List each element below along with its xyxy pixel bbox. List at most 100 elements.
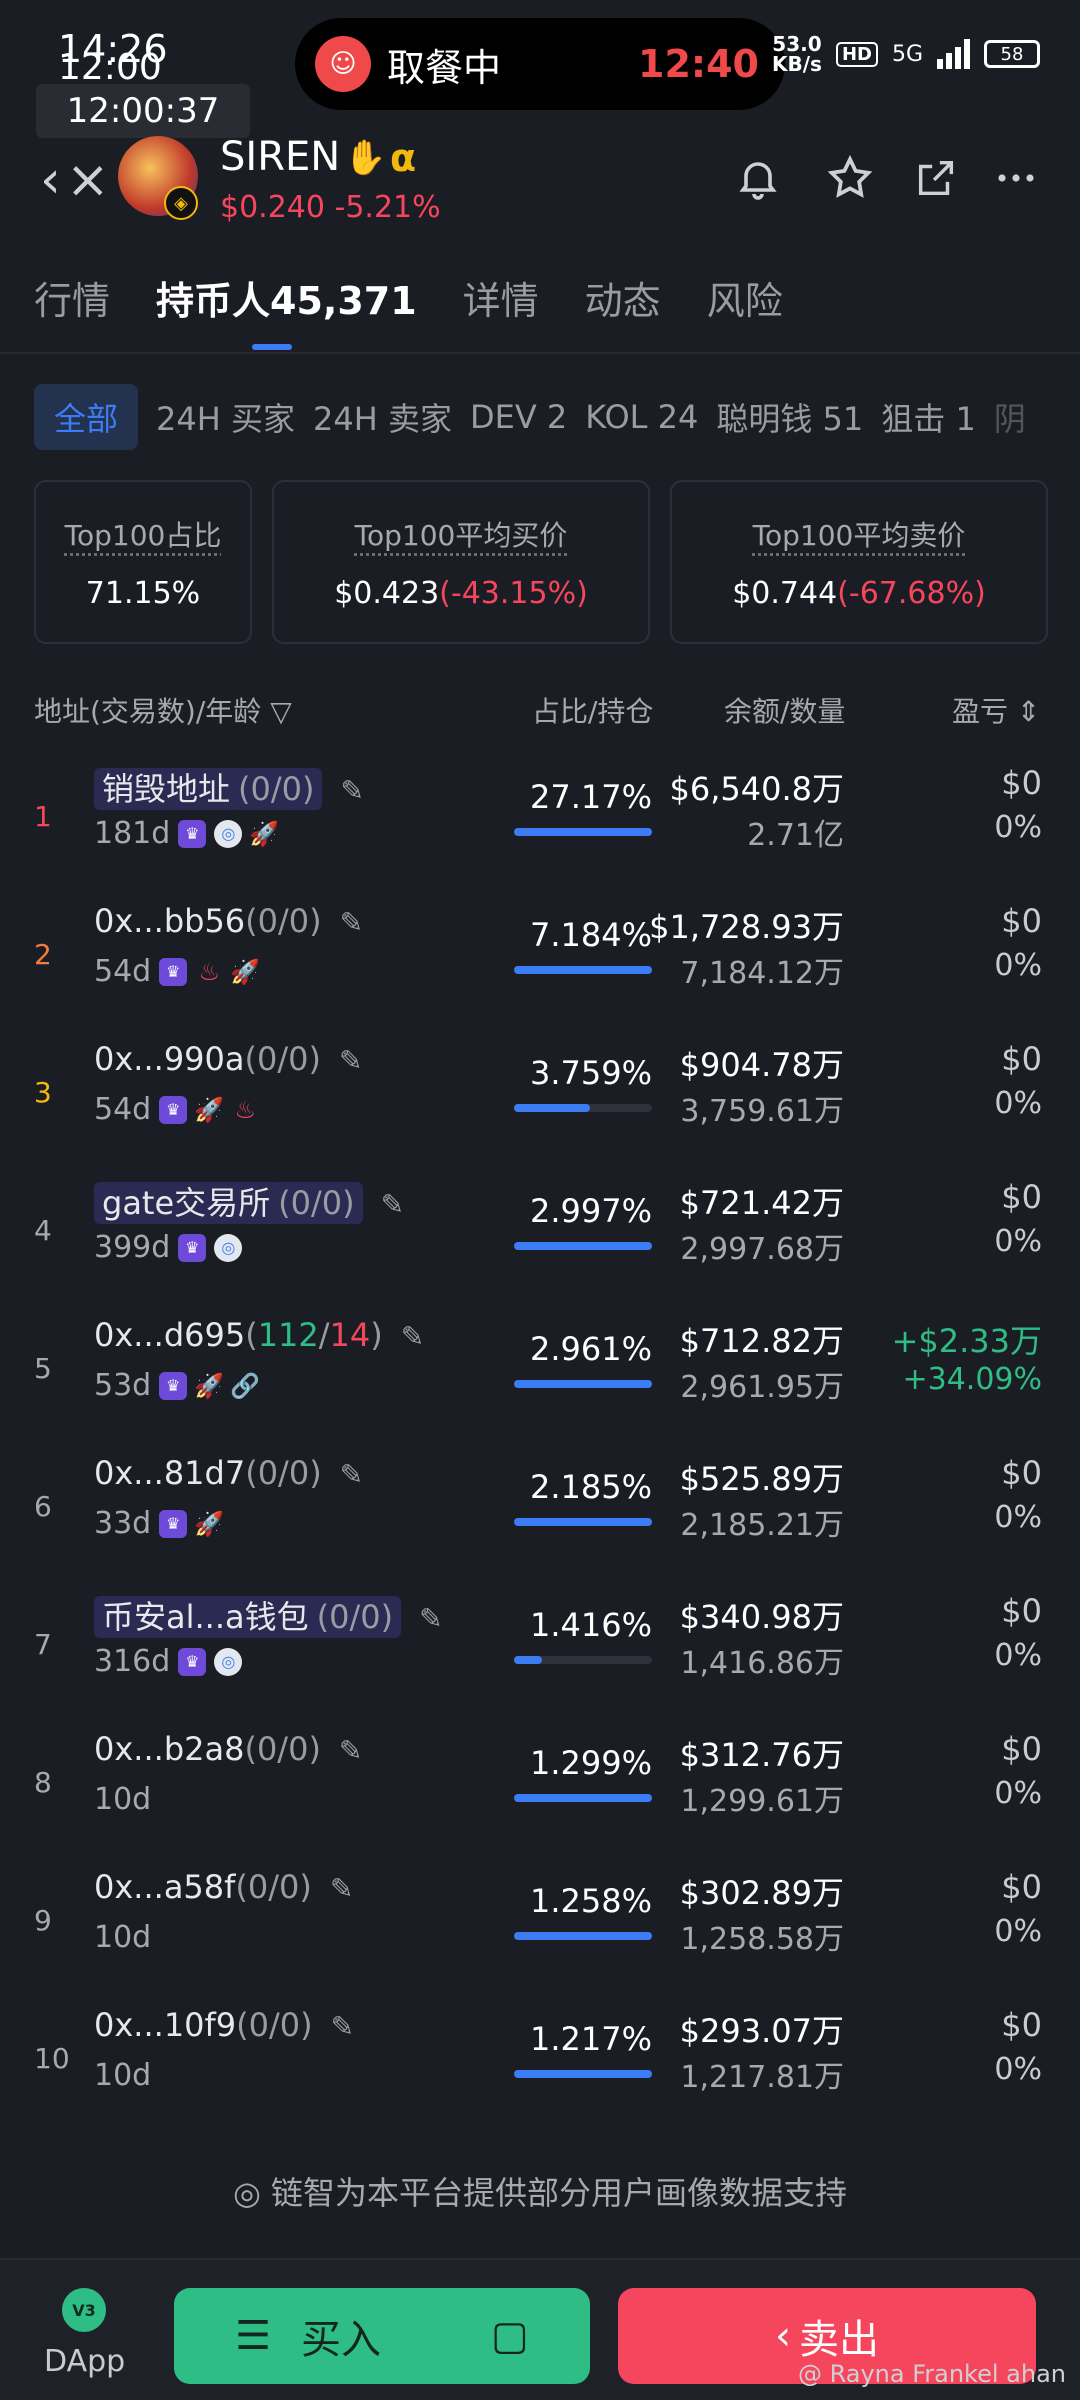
holder-address[interactable]: 0x...b2a8(0/0) ✎ — [94, 1730, 362, 1768]
share-bar-fill — [514, 2070, 652, 2078]
holder-address[interactable]: 0x...bb56(0/0) ✎ — [94, 902, 363, 940]
share-icon[interactable] — [908, 150, 964, 206]
live-activity-pill[interactable]: ☺ 取餐中 12:40 — [295, 18, 785, 110]
edit-icon[interactable]: ✎ — [330, 1872, 353, 1905]
tab-market[interactable]: 行情 — [34, 270, 110, 325]
edit-icon[interactable]: ✎ — [419, 1602, 442, 1635]
holder-row[interactable]: 10 0x...10f9(0/0) ✎ 10d 1.217% $293.07万 1,217.… — [0, 1998, 1080, 2136]
tab-activity[interactable]: 动态 — [585, 270, 661, 325]
holder-share: 1.416% — [529, 1606, 652, 1644]
holder-pnl-percent: 0% — [994, 1224, 1042, 1259]
holder-row[interactable]: 7 币安al...a钱包 (0/0) ✎ 316d ♛ ◎ 1.416% $340.98万 1,4… — [0, 1584, 1080, 1722]
filter-icon[interactable]: ▽ — [270, 695, 292, 728]
holder-quantity: 1,258.58万 — [680, 1922, 844, 1957]
chain-badge-icon: ◈ — [164, 186, 198, 220]
holder-row[interactable]: 6 0x...81d7(0/0) ✎ 33d ♛ 🚀 2.185% $525.89万 2,185… — [0, 1446, 1080, 1584]
holder-row[interactable]: 1 销毁地址 (0/0) ✎ 181d ♛ ◎ 🚀 27.17% $6,540.8万 2.71亿 $0… — [0, 756, 1080, 894]
rocket-icon: 🚀 — [194, 1509, 225, 1538]
edit-icon[interactable]: ✎ — [340, 906, 363, 939]
filter-smart-money[interactable]: 聪明钱 51 — [716, 394, 863, 440]
holder-age: 316d ♛ ◎ — [94, 1644, 243, 1679]
holder-row[interactable]: 5 0x...d695(112/14) ✎ 53d ♛ 🚀 🔗 2.961% $712.82万 2… — [0, 1308, 1080, 1446]
column-pnl-header[interactable]: 盈亏 ⇕ — [952, 690, 1040, 730]
share-bar-fill — [514, 1794, 652, 1802]
holder-row[interactable]: 9 0x...a58f(0/0) ✎ 10d 1.258% $302.89万 1,258.5… — [0, 1860, 1080, 1998]
swirl-icon: ◎ — [214, 1233, 243, 1262]
sort-icon[interactable]: ⇕ — [1017, 695, 1040, 728]
filter-24h-sellers[interactable]: 24H 卖家 — [313, 394, 452, 440]
status-indicators: 53.0 KB/s HD 5G 58 — [772, 34, 1040, 74]
edit-icon[interactable]: ✎ — [339, 1734, 362, 1767]
share-bar — [514, 1932, 652, 1940]
column-address-header[interactable]: 地址(交易数)/年龄 ▽ — [34, 690, 292, 730]
edit-icon[interactable]: ✎ — [340, 774, 363, 807]
tx-count: (112/14) — [245, 1316, 383, 1354]
holder-address[interactable]: 0x...d695(112/14) ✎ — [94, 1316, 424, 1354]
holder-row[interactable]: 2 0x...bb56(0/0) ✎ 54d ♛ ♨ 🚀 7.184% $1,728.93万 7,… — [0, 894, 1080, 1032]
filter-sniper[interactable]: 狙击 1 — [881, 394, 976, 440]
edit-icon[interactable]: ✎ — [331, 2010, 354, 2043]
holder-rank: 8 — [34, 1766, 52, 1799]
bell-icon[interactable] — [730, 150, 786, 206]
hd-icon: HD — [835, 41, 878, 67]
edit-icon[interactable]: ✎ — [340, 1458, 363, 1491]
tab-risk[interactable]: 风险 — [707, 270, 783, 325]
holder-age: 10d — [94, 2058, 152, 2093]
filter-dev[interactable]: DEV 2 — [470, 398, 567, 436]
battery-icon: 58 — [984, 40, 1040, 68]
holder-pnl-percent: 0% — [994, 810, 1042, 845]
holder-pnl-percent: 0% — [994, 1776, 1042, 1811]
holder-share: 1.258% — [529, 1882, 652, 1920]
buy-button[interactable]: ☰ 买入 ▢ — [174, 2288, 590, 2384]
holder-row[interactable]: 4 gate交易所 (0/0) ✎ 399d ♛ ◎ 2.997% $721.42万 2,997.… — [0, 1170, 1080, 1308]
share-bar — [514, 1794, 652, 1802]
holder-age: 54d ♛ ♨ 🚀 — [94, 954, 261, 989]
edit-icon[interactable]: ✎ — [339, 1044, 362, 1077]
holder-quantity: 1,299.61万 — [680, 1784, 844, 1819]
edit-icon[interactable]: ✎ — [381, 1188, 404, 1221]
holder-address[interactable]: 币安al...a钱包 (0/0) ✎ — [94, 1592, 443, 1638]
holder-address[interactable]: 0x...990a(0/0) ✎ — [94, 1040, 362, 1078]
holder-rank: 6 — [34, 1490, 52, 1523]
filter-kol[interactable]: KOL 24 — [585, 398, 698, 436]
holder-share: 27.17% — [529, 778, 652, 816]
tx-count: (0/0) — [245, 902, 322, 940]
tx-count: (0/0) — [245, 1454, 322, 1492]
holder-quantity: 2,185.21万 — [680, 1508, 844, 1543]
holder-address[interactable]: 销毁地址 (0/0) ✎ — [94, 764, 364, 810]
tab-holders[interactable]: 持币人45,371 — [156, 270, 417, 325]
share-bar-fill — [514, 1932, 652, 1940]
holder-address[interactable]: 0x...10f9(0/0) ✎ — [94, 2006, 354, 2044]
share-bar-fill — [514, 1242, 652, 1250]
holder-rank: 1 — [34, 800, 52, 833]
edit-icon[interactable]: ✎ — [401, 1320, 424, 1353]
holder-quantity: 1,416.86万 — [680, 1646, 844, 1681]
dapp-label[interactable]: DApp — [44, 2344, 125, 2379]
filter-more[interactable]: 阴 — [994, 394, 1026, 440]
holder-address[interactable]: gate交易所 (0/0) ✎ — [94, 1178, 404, 1224]
star-icon[interactable] — [822, 150, 878, 206]
holder-pnl: $0 — [1001, 2006, 1042, 2044]
holder-rank: 3 — [34, 1076, 52, 1109]
holder-balance: $293.07万 — [679, 2012, 844, 2050]
dapp-icon[interactable]: V3 — [62, 2288, 106, 2332]
share-bar-fill — [514, 1380, 652, 1388]
tab-details[interactable]: 详情 — [463, 270, 539, 325]
floating-clock: 12:00:37 — [36, 84, 250, 138]
filter-24h-buyers[interactable]: 24H 买家 — [156, 394, 295, 440]
close-icon[interactable]: × — [66, 150, 110, 210]
holder-rank: 2 — [34, 938, 52, 971]
holder-address[interactable]: 0x...a58f(0/0) ✎ — [94, 1868, 353, 1906]
holder-row[interactable]: 8 0x...b2a8(0/0) ✎ 10d 1.299% $312.76万 1,299.6… — [0, 1722, 1080, 1860]
holder-address[interactable]: 0x...81d7(0/0) ✎ — [94, 1454, 363, 1492]
holder-row[interactable]: 3 0x...990a(0/0) ✎ 54d ♛ 🚀 ♨ 3.759% $904.78万 3,75… — [0, 1032, 1080, 1170]
more-icon[interactable] — [988, 150, 1044, 206]
filter-all[interactable]: 全部 — [34, 384, 139, 450]
stat-title: Top100平均买价 — [354, 519, 568, 552]
holder-quantity: 7,184.12万 — [680, 956, 844, 991]
holder-age: 33d ♛ 🚀 — [94, 1506, 225, 1541]
header-divider — [0, 352, 1080, 354]
share-bar — [514, 1242, 652, 1250]
back-icon[interactable]: ‹ — [40, 150, 61, 210]
share-bar — [514, 1104, 652, 1112]
